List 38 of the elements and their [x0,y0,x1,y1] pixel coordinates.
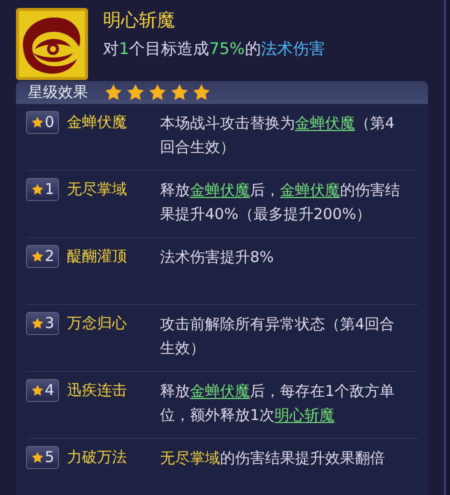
star-level-badge: 2 [26,244,59,268]
effect-name: 金蝉伏魔 [67,112,128,132]
skill-link[interactable]: 金蝉伏魔 [190,382,250,400]
effect-name: 无尽掌域 [67,178,128,200]
star-icon [30,384,44,396]
effect-name: 万念归心 [67,312,128,334]
star-icon [192,82,211,102]
skill-link[interactable]: 金蝉伏魔 [190,180,250,198]
star-icon [30,316,44,330]
effect-description: 释放金蝉伏魔后，每存在1个敌方单位，额外释放1次明心斩魔 [160,380,396,426]
skill-icon [15,7,89,81]
star-icon [30,182,44,196]
star-icon [104,82,123,102]
star-icon [30,116,44,128]
effect-description: 本场战斗攻击替换为金蝉伏魔（第4回合生效） [160,112,396,158]
star-icon [30,450,44,464]
star-icon [30,250,44,262]
effect-name: 醍醐灌顶 [67,246,128,266]
effect-description: 释放金蝉伏魔后，金蝉伏魔的伤害结果提升40%（最多提升200%） [160,180,401,224]
skill-name: 明心斩魔 [103,9,176,33]
effect-name: 迅疾连击 [67,380,128,400]
star-level-badge: 3 [26,312,59,334]
effect-name: 力破万法 [67,446,128,468]
star-level-badge: 5 [26,446,59,468]
section-title: 星级效果 [28,82,88,103]
effect-description: 法术伤害提升8% [160,246,275,268]
effect-description: 无尽掌域的伤害结果提升效果翻倍 [160,448,386,468]
skill-summary: 对1个目标造成75%的法术伤害 [103,38,325,60]
star-icon [148,82,167,102]
skill-link[interactable]: 金蝉伏魔 [280,180,340,198]
skill-link[interactable]: 明心斩魔 [274,406,335,424]
star-icon [170,82,189,102]
star-level-badge: 4 [26,378,59,402]
effect-description: 攻击前解除所有异常状态（第4回合生效） [160,314,396,358]
star-icon [126,82,145,102]
skill-link[interactable]: 金蝉伏魔 [295,114,355,132]
star-level-badge: 0 [26,110,59,134]
star-level-badge: 1 [26,178,59,200]
